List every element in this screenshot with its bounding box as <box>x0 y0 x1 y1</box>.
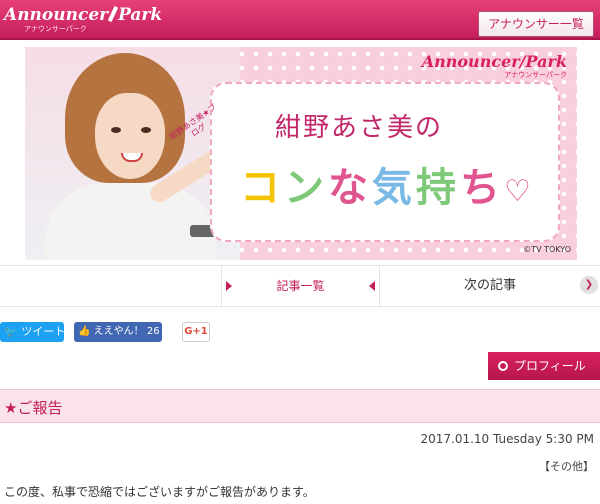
site-logo[interactable]: Announcer Park アナウンサーパーク <box>4 5 162 35</box>
like-button[interactable]: 👍 ええやん！ 26 <box>74 322 162 342</box>
article-body: この度、私事で恐縮ではございますがご報告があります。 <box>4 485 315 499</box>
article-category[interactable]: 【その他】 <box>539 458 594 474</box>
article-header: ★ご報告 <box>0 389 600 423</box>
announcer-list-button[interactable]: アナウンサー一覧 <box>478 11 594 37</box>
article-title: ★ご報告 <box>4 399 63 417</box>
triangle-left-icon <box>369 281 375 291</box>
article-nav: 記事一覧 次の記事 ❯ <box>0 265 600 307</box>
nav-prev-slot <box>0 266 222 306</box>
banner-logo: Announcer/Park アナウンサーパーク <box>421 52 567 80</box>
gplus-button[interactable]: G+1 <box>182 322 210 342</box>
profile-button[interactable]: プロフィール <box>488 352 600 380</box>
circle-icon <box>498 361 508 371</box>
triangle-right-icon <box>226 281 232 291</box>
banner-title: コンな気持ち♡ <box>240 165 535 211</box>
blog-banner: Announcer/Park アナウンサーパーク 紺野あさ美★ブログ 紺野あさ美… <box>25 47 577 260</box>
heart-icon: ♡ <box>504 174 535 209</box>
next-article-link[interactable]: 次の記事 ❯ <box>380 266 600 306</box>
chevron-right-icon: ❯ <box>580 276 598 294</box>
article-list-link[interactable]: 記事一覧 <box>222 266 380 306</box>
tweet-button[interactable]: 🐦 ツイート <box>0 322 65 342</box>
logo-subtitle: アナウンサーパーク <box>24 25 87 33</box>
logo-text: Announcer Park <box>4 5 163 25</box>
copyright: ©TV TOKYO <box>523 245 571 254</box>
site-header: Announcer Park アナウンサーパーク アナウンサー一覧 <box>0 0 600 40</box>
like-count: 26 <box>146 326 160 337</box>
pen-icon <box>107 5 119 23</box>
banner-name: 紺野あさ美の <box>275 113 444 143</box>
article-date: 2017.01.10 Tuesday 5:30 PM <box>420 432 594 446</box>
